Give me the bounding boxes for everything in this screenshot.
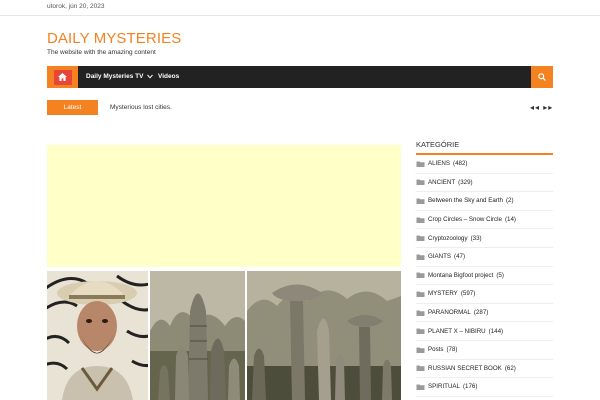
category-count: (33) bbox=[470, 234, 482, 242]
home-button[interactable] bbox=[47, 66, 78, 88]
category-count: (62) bbox=[504, 364, 516, 372]
category-count: (482) bbox=[453, 160, 468, 168]
category-item[interactable]: Montana Bigfoot project (5) bbox=[416, 267, 553, 286]
mushroom-rocks-image[interactable] bbox=[247, 271, 401, 400]
category-name: Posts bbox=[428, 346, 444, 354]
folder-icon bbox=[416, 235, 425, 242]
ticker-headline[interactable]: Mysterious lost cities. bbox=[110, 104, 172, 111]
category-count: (329) bbox=[458, 178, 473, 186]
category-item[interactable]: Cryptozoology (33) bbox=[416, 229, 553, 248]
category-name: GIANTS bbox=[428, 253, 452, 261]
folder-icon bbox=[416, 347, 425, 353]
category-item[interactable]: Between the Sky and Earth (2) bbox=[416, 192, 553, 211]
category-name: Between the Sky and Earth bbox=[428, 197, 503, 205]
site-branding: DAILY MYSTERIES The website with the ama… bbox=[47, 30, 181, 56]
search-button[interactable] bbox=[531, 66, 553, 88]
folder-icon bbox=[416, 198, 425, 204]
category-count: (47) bbox=[454, 253, 466, 261]
category-name: SPIRITUAL bbox=[428, 383, 460, 391]
folder-icon bbox=[416, 272, 425, 279]
nav-item-videos[interactable]: Videos bbox=[158, 73, 179, 80]
category-name: MYSTERY bbox=[428, 290, 458, 298]
category-name: ANCIENT bbox=[428, 178, 456, 186]
category-count: (5) bbox=[496, 271, 504, 279]
latest-label: Latest bbox=[47, 100, 98, 115]
top-bar: utorok, jún 20, 2023 bbox=[0, 0, 600, 16]
category-item[interactable]: MYSTERY (597) bbox=[416, 285, 553, 304]
folder-icon bbox=[416, 328, 425, 335]
search-icon bbox=[538, 73, 546, 81]
category-name: RUSSIAN SECRET BOOK bbox=[428, 364, 502, 372]
site-title[interactable]: DAILY MYSTERIES bbox=[47, 30, 181, 47]
category-count: (597) bbox=[460, 290, 476, 298]
category-count: (144) bbox=[488, 327, 504, 335]
category-count: (2) bbox=[505, 197, 514, 205]
folder-icon bbox=[416, 384, 425, 390]
site-tagline: The website with the amazing content bbox=[47, 49, 156, 56]
category-item[interactable]: Posts (78) bbox=[416, 341, 553, 360]
ticker-next-icon[interactable]: ▸▸ bbox=[543, 103, 553, 112]
category-name: PLANET X – NIBIRU bbox=[428, 327, 486, 335]
category-item[interactable]: ANCIENT (329) bbox=[416, 174, 553, 193]
folder-icon bbox=[416, 254, 425, 260]
category-name: Cryptozoology bbox=[428, 234, 468, 242]
category-item[interactable]: PLANET X – NIBIRU (144) bbox=[416, 322, 553, 341]
folder-icon bbox=[416, 310, 425, 316]
category-name: Montana Bigfoot project bbox=[428, 271, 494, 279]
folder-icon bbox=[416, 179, 425, 186]
category-name: Crop Circles – Snow Circle bbox=[428, 216, 502, 224]
nav-item-label: Daily Mysteries TV bbox=[86, 73, 144, 80]
category-name: ALIENS bbox=[428, 160, 451, 168]
categories-widget: KATEGÓRIE ALIENS (482) ANCIENT (329) Between… bbox=[416, 140, 553, 397]
chevron-down-icon bbox=[147, 74, 154, 79]
category-item[interactable]: ALIENS (482) bbox=[416, 155, 553, 174]
category-item[interactable]: SPIRITUAL (176) bbox=[416, 378, 553, 397]
featured-image-gallery bbox=[47, 271, 401, 400]
folder-icon bbox=[416, 217, 425, 223]
explorer-portrait-image[interactable] bbox=[47, 271, 148, 400]
ticker-prev-icon[interactable]: ◂◂ bbox=[530, 103, 540, 112]
category-item[interactable]: Crop Circles – Snow Circle (14) bbox=[416, 211, 553, 230]
category-count: (14) bbox=[504, 216, 516, 224]
category-count: (287) bbox=[473, 309, 489, 317]
advertisement-placeholder[interactable] bbox=[47, 145, 401, 267]
category-item[interactable]: GIANTS (47) bbox=[416, 248, 553, 267]
nav-item-daily-mysteries-tv[interactable]: Daily Mysteries TV bbox=[86, 73, 154, 80]
current-date: utorok, jún 20, 2023 bbox=[47, 3, 105, 10]
folder-icon bbox=[416, 161, 425, 167]
category-item[interactable]: PARANORMAL (287) bbox=[416, 304, 553, 323]
category-count: (176) bbox=[462, 383, 478, 391]
categories-heading: KATEGÓRIE bbox=[416, 140, 553, 155]
main-navigation: Daily Mysteries TV Videos bbox=[47, 66, 553, 88]
stone-towers-image[interactable] bbox=[150, 271, 245, 400]
folder-icon bbox=[416, 365, 425, 372]
category-list: ALIENS (482) ANCIENT (329) Between the Sky a… bbox=[416, 155, 553, 397]
category-name: PARANORMAL bbox=[428, 309, 471, 317]
home-icon bbox=[58, 73, 67, 81]
folder-icon bbox=[416, 291, 425, 297]
ticker-controls: ◂◂ ▸▸ bbox=[530, 103, 553, 112]
category-item[interactable]: RUSSIAN SECRET BOOK (62) bbox=[416, 360, 553, 379]
category-count: (78) bbox=[446, 346, 458, 354]
